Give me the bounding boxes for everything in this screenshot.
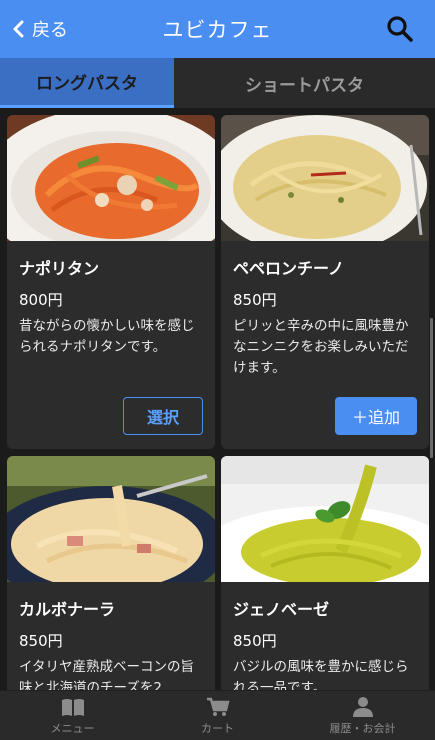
peperoncino-image [221, 115, 429, 241]
item-name: ジェノベーゼ [233, 600, 330, 619]
search-icon[interactable] [385, 14, 415, 44]
menu-grid: ナポリタン 800円 昔ながらの懐かしい味を感じられるナポリタンです。 選択 ペ… [0, 108, 435, 690]
tab-long-pasta[interactable]: ロングパスタ [0, 58, 174, 108]
chevron-left-icon [13, 20, 24, 38]
add-button[interactable]: ＋追加 [335, 397, 417, 435]
bottom-navigation: メニュー カート 履歴・お会計 [0, 690, 435, 740]
item-description: イタリヤ産熟成ベーコンの旨味と北海道のチーズを2 [19, 659, 194, 690]
nav-cart-label: カート [201, 721, 234, 735]
back-label: 戻る [32, 20, 68, 41]
cart-icon [206, 697, 230, 716]
napolitan-image [7, 115, 215, 241]
nav-cart[interactable]: カート [145, 691, 290, 740]
item-price: 850円 [233, 291, 277, 309]
item-price: 850円 [233, 632, 277, 650]
scrollbar[interactable] [430, 318, 433, 458]
menu-card-genovese[interactable]: ジェノベーゼ 850円 バジルの風味を豊かに感じられる一品です。 [221, 456, 429, 690]
book-icon [61, 698, 84, 716]
select-button[interactable]: 選択 [123, 397, 203, 435]
item-description: 昔ながらの懐かしい味を感じられるナポリタンです。 [19, 318, 195, 355]
menu-card-napolitan[interactable]: ナポリタン 800円 昔ながらの懐かしい味を感じられるナポリタンです。 選択 [7, 115, 215, 449]
nav-menu[interactable]: メニュー [0, 691, 145, 740]
item-name: カルボナーラ [19, 600, 116, 619]
tab-short-pasta[interactable]: ショートパスタ [174, 58, 435, 108]
genovese-image [221, 456, 429, 582]
item-name: ナポリタン [19, 259, 100, 278]
nav-menu-label: メニュー [50, 721, 95, 735]
item-name: ペペロンチーノ [233, 259, 345, 278]
app-header: 戻る ユビカフェ [0, 0, 435, 58]
page-title: ユビカフェ [162, 18, 273, 42]
menu-card-peperoncino[interactable]: ペペロンチーノ 850円 ピリッと辛みの中に風味豊かなニンニクをお楽しみいただけ… [221, 115, 429, 449]
item-price: 800円 [19, 291, 63, 309]
item-description: バジルの風味を豊かに感じられる一品です。 [233, 659, 409, 690]
nav-history-checkout[interactable]: 履歴・お会計 [290, 691, 435, 740]
nav-history-label: 履歴・お会計 [329, 721, 396, 735]
category-tabs: ロングパスタ ショートパスタ [0, 58, 435, 108]
item-price: 850円 [19, 632, 63, 650]
menu-card-carbonara[interactable]: カルボナーラ 850円 イタリヤ産熟成ベーコンの旨味と北海道のチーズを2 [7, 456, 215, 690]
item-description: ピリッと辛みの中に風味豊かなニンニクをお楽しみいただけます。 [233, 318, 409, 376]
back-button[interactable]: 戻る [12, 0, 68, 58]
carbonara-image [7, 456, 215, 582]
person-icon [352, 696, 373, 717]
